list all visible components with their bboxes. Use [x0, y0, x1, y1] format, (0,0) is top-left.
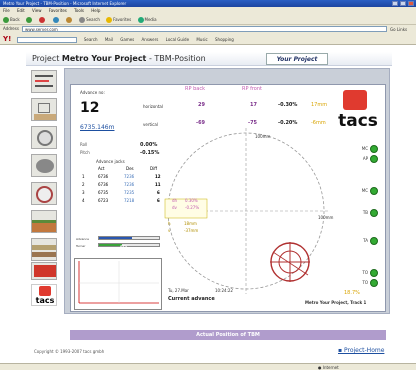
- status-light-mc-2: [370, 187, 378, 195]
- h-label: h: [168, 221, 171, 226]
- indicator-label-to-2: TO: [362, 280, 368, 285]
- dh-label: dh: [172, 198, 178, 203]
- status-light-tb: [370, 209, 378, 217]
- status-bar: ● Internet: [0, 363, 416, 370]
- indicator-label-tb: TB: [362, 210, 368, 215]
- indicator-label-ta: TA: [363, 238, 368, 243]
- project-home-link[interactable]: ▪ Project-Home: [338, 347, 384, 354]
- h-dev-value: 18mm: [184, 221, 197, 226]
- status-light-ap: [370, 155, 378, 163]
- actual-position-bar: Actual Position of TBM: [70, 330, 386, 340]
- status-light-ta: [370, 237, 378, 245]
- indicator-label-mc-2: MC: [361, 188, 368, 193]
- dh-value: 0.30%: [185, 198, 198, 203]
- dv-value: -0.27%: [185, 205, 200, 210]
- actual-position-label: Actual Position of TBM: [196, 332, 260, 338]
- dv-label: dv: [172, 205, 177, 210]
- copyright-text: Copyright © 1993-2007 tacs gmbh: [34, 349, 105, 354]
- status-light-mc-1: [370, 145, 378, 153]
- target-plot: [164, 128, 328, 294]
- status-light-to-2: [370, 279, 378, 287]
- v-label: v: [168, 228, 171, 233]
- v-dev-value: -37mm: [184, 228, 199, 233]
- status-light-to-1: [370, 269, 378, 277]
- indicator-label-to-1: TO: [362, 270, 368, 275]
- right-scale-label: 100mm: [318, 215, 334, 220]
- indicator-label-ap: AP: [362, 156, 368, 161]
- top-scale-label: 100mm: [255, 134, 271, 139]
- browser-window: Metro Your Project - TBM-Position - Micr…: [0, 0, 416, 370]
- indicator-extra-value: 18.7%: [344, 290, 360, 296]
- internet-zone-label: ● Internet: [318, 365, 339, 370]
- indicator-label-mc-1: MC: [361, 146, 368, 151]
